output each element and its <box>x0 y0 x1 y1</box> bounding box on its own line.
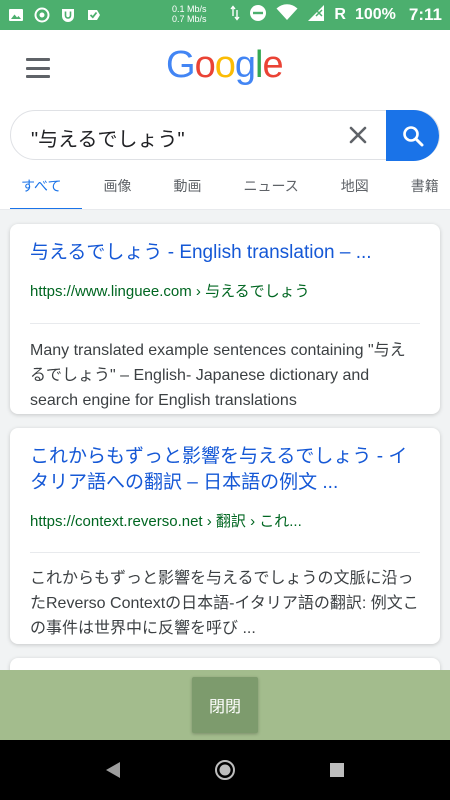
google-header: Google <box>0 30 450 108</box>
tab-all[interactable]: すべて <box>0 164 83 209</box>
search-icon <box>402 125 423 146</box>
logo-letter: g <box>234 44 256 86</box>
tab-images[interactable]: 画像 <box>82 164 152 209</box>
do-not-disturb-icon <box>249 4 267 27</box>
logo-letter: o <box>214 44 236 86</box>
system-status: R 100% 7:11 <box>230 0 442 30</box>
tab-news[interactable]: ニュース <box>222 164 319 209</box>
hamburger-menu-icon[interactable] <box>26 58 50 78</box>
result-title-link[interactable]: これからもずっと影響を与えるでしょう - イタリア語への翻訳 – 日本語の例文 … <box>30 444 420 496</box>
recent-apps-icon[interactable] <box>329 762 345 783</box>
tab-books[interactable]: 書籍 <box>390 164 450 209</box>
search-tabs: すべて 画像 動画 ニュース 地図 書籍 <box>0 164 450 210</box>
result-url[interactable]: https://context.reverso.net › 翻訳 › これ... <box>30 510 420 531</box>
roaming-indicator: R <box>334 6 346 23</box>
result-title-link[interactable]: 与えるでしょう - English translation – ... <box>30 240 420 266</box>
close-button[interactable]: 閉閉 <box>192 677 258 733</box>
close-icon[interactable] <box>347 124 369 146</box>
screen: 0.1 Mb/s 0.7 Mb/s R 100% 7:11 Google "与え… <box>0 0 450 800</box>
result-card-partial <box>10 658 440 670</box>
result-snippet: Many translated example sentences contai… <box>30 342 406 409</box>
result-url[interactable]: https://www.linguee.com › 与えるでしょう <box>30 280 420 301</box>
result-divider <box>30 323 420 324</box>
close-bar: 閉閉 <box>0 670 450 740</box>
net-speed-up: 0.1 Mb/s <box>172 4 207 14</box>
search-box[interactable]: "与えるでしょう" <box>10 110 440 161</box>
circle-record-icon <box>34 7 50 23</box>
logo-letter: G <box>166 44 196 86</box>
tab-videos[interactable]: 動画 <box>152 164 222 209</box>
logo-letter: e <box>262 44 283 86</box>
back-icon[interactable] <box>104 760 122 785</box>
shield-u-icon <box>60 7 76 23</box>
data-arrows-icon <box>230 4 240 26</box>
network-speed: 0.1 Mb/s 0.7 Mb/s <box>172 4 207 24</box>
tab-maps[interactable]: 地図 <box>320 164 390 209</box>
logo-letter: o <box>194 44 216 86</box>
result-divider <box>30 552 420 553</box>
check-tag-icon <box>86 7 102 23</box>
wifi-icon <box>276 4 298 26</box>
status-bar: 0.1 Mb/s 0.7 Mb/s R 100% 7:11 <box>0 0 450 30</box>
google-logo[interactable]: Google <box>166 44 284 87</box>
result-card: 与えるでしょう - English translation – ... http… <box>10 224 440 414</box>
signal-icon <box>307 4 325 27</box>
notification-icons <box>8 7 102 23</box>
home-icon[interactable] <box>214 759 236 786</box>
search-button[interactable] <box>386 110 439 161</box>
clock: 7:11 <box>408 5 442 24</box>
image-icon <box>8 7 24 23</box>
search-results: 与えるでしょう - English translation – ... http… <box>0 210 450 670</box>
search-area: "与えるでしょう" <box>0 108 450 164</box>
battery-percentage: 100% <box>354 6 396 23</box>
android-nav-bar <box>0 740 450 800</box>
result-card: これからもずっと影響を与えるでしょう - イタリア語への翻訳 – 日本語の例文 … <box>10 428 440 644</box>
net-speed-down: 0.7 Mb/s <box>172 14 207 24</box>
search-input[interactable]: "与えるでしょう" <box>31 123 185 152</box>
result-snippet: これからもずっと影響を与えるでしょうの文脈に沿ったReverso Context… <box>30 570 419 637</box>
